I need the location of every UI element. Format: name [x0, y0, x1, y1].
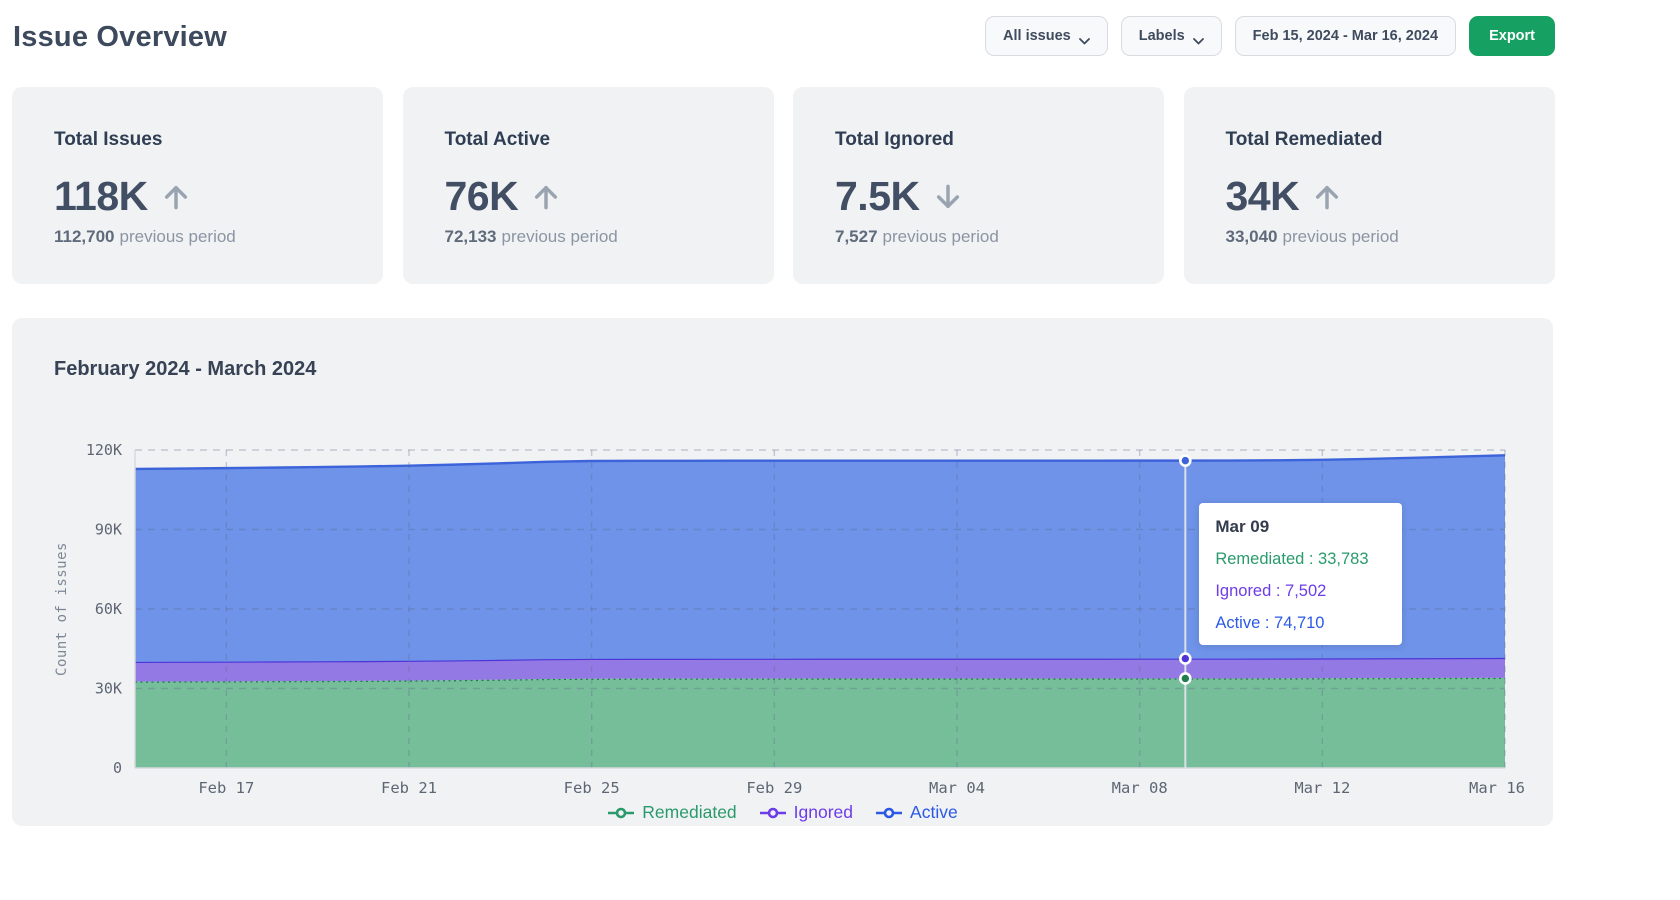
stat-previous-value: 72,133 [445, 227, 497, 246]
legend-item-ignored[interactable]: Ignored [759, 802, 853, 823]
stat-previous: 7,527 previous period [835, 227, 1164, 247]
issues-chart-card: February 2024 - March 2024 0 30K 60K 90K 120… [12, 318, 1553, 826]
legend-marker-icon [607, 806, 635, 820]
legend-label: Active [910, 802, 958, 823]
trend-up-icon [530, 181, 562, 213]
x-tick-label: Mar 12 [1294, 779, 1350, 797]
hover-marker-active [1180, 456, 1190, 466]
x-tick-label: Mar 04 [929, 779, 985, 797]
tooltip-row-ignored: Ignored : 7,502 [1215, 582, 1386, 601]
legend-item-remediated[interactable]: Remediated [607, 802, 736, 823]
stat-value: 7.5K [835, 173, 920, 220]
trend-up-icon [160, 181, 192, 213]
stat-previous: 112,700 previous period [54, 227, 383, 247]
all-issues-dropdown[interactable]: All issues [985, 16, 1108, 56]
stat-previous-label: previous period [1283, 227, 1399, 246]
chart-legend: Remediated Ignored Active [12, 802, 1553, 823]
tooltip-row-active: Active : 74,710 [1215, 614, 1386, 633]
chart-tooltip: Mar 09 Remediated : 33,783 Ignored : 7,5… [1199, 503, 1402, 645]
x-tick-label: Feb 25 [564, 779, 620, 797]
stat-label: Total Ignored [835, 129, 1164, 151]
stat-previous-value: 7,527 [835, 227, 878, 246]
y-axis-title: Count of issues [54, 542, 70, 676]
stat-previous-label: previous period [120, 227, 236, 246]
hover-marker-ignored [1180, 654, 1190, 664]
x-tick-label: Mar 08 [1112, 779, 1168, 797]
chart-title: February 2024 - March 2024 [54, 358, 316, 381]
header: Issue Overview All issues Labels Feb 15,… [13, 14, 1667, 60]
stat-previous: 33,040 previous period [1226, 227, 1555, 247]
stat-label: Total Remediated [1226, 129, 1555, 151]
export-button-label: Export [1489, 28, 1535, 44]
legend-marker-icon [875, 806, 903, 820]
stat-previous-value: 112,700 [54, 227, 115, 246]
stat-label: Total Active [445, 129, 774, 151]
stat-value: 76K [445, 173, 519, 220]
tooltip-date: Mar 09 [1215, 517, 1386, 537]
y-tick-label: 90K [95, 521, 122, 539]
stat-card-total-remediated: Total Remediated 34K 33,040 previous peri… [1184, 87, 1555, 284]
stat-value: 34K [1226, 173, 1300, 220]
stat-cards-row: Total Issues 118K 112,700 previous period… [12, 87, 1555, 284]
date-range-picker[interactable]: Feb 15, 2024 - Mar 16, 2024 [1235, 16, 1456, 56]
stat-previous-label: previous period [883, 227, 999, 246]
hover-marker-remediated [1180, 673, 1190, 683]
trend-down-icon [932, 181, 964, 213]
y-tick-label: 0 [113, 759, 122, 777]
y-tick-label: 60K [95, 600, 122, 618]
stat-previous-label: previous period [502, 227, 618, 246]
chart-area[interactable]: 0 30K 60K 90K 120K Feb 17 Feb 21 Feb 25 Feb 29 Ma… [40, 400, 1540, 800]
legend-item-active[interactable]: Active [875, 802, 958, 823]
labels-dropdown-label: Labels [1139, 28, 1185, 44]
legend-label: Ignored [794, 802, 853, 823]
stat-previous: 72,133 previous period [445, 227, 774, 247]
stat-previous-value: 33,040 [1226, 227, 1278, 246]
x-tick-label: Mar 16 [1469, 779, 1525, 797]
area-remediated [135, 678, 1505, 768]
header-controls: All issues Labels Feb 15, 2024 - Mar 16,… [985, 16, 1555, 56]
export-button[interactable]: Export [1469, 16, 1555, 56]
labels-dropdown[interactable]: Labels [1121, 16, 1222, 56]
stat-card-total-ignored: Total Ignored 7.5K 7,527 previous period [793, 87, 1164, 284]
x-tick-label: Feb 29 [746, 779, 802, 797]
stat-value: 118K [54, 173, 148, 220]
x-tick-label: Feb 21 [381, 779, 437, 797]
legend-marker-icon [759, 806, 787, 820]
tooltip-row-remediated: Remediated : 33,783 [1215, 550, 1386, 569]
x-tick-label: Feb 17 [198, 779, 254, 797]
legend-label: Remediated [642, 802, 736, 823]
stat-card-total-issues: Total Issues 118K 112,700 previous period [12, 87, 383, 284]
chevron-down-icon [1193, 33, 1204, 40]
y-tick-label: 30K [95, 680, 122, 698]
all-issues-dropdown-label: All issues [1003, 28, 1071, 44]
stat-card-total-active: Total Active 76K 72,133 previous period [403, 87, 774, 284]
trend-up-icon [1311, 181, 1343, 213]
chevron-down-icon [1079, 33, 1090, 40]
date-range-label: Feb 15, 2024 - Mar 16, 2024 [1253, 28, 1438, 44]
y-tick-label: 120K [86, 441, 122, 459]
stat-label: Total Issues [54, 129, 383, 151]
